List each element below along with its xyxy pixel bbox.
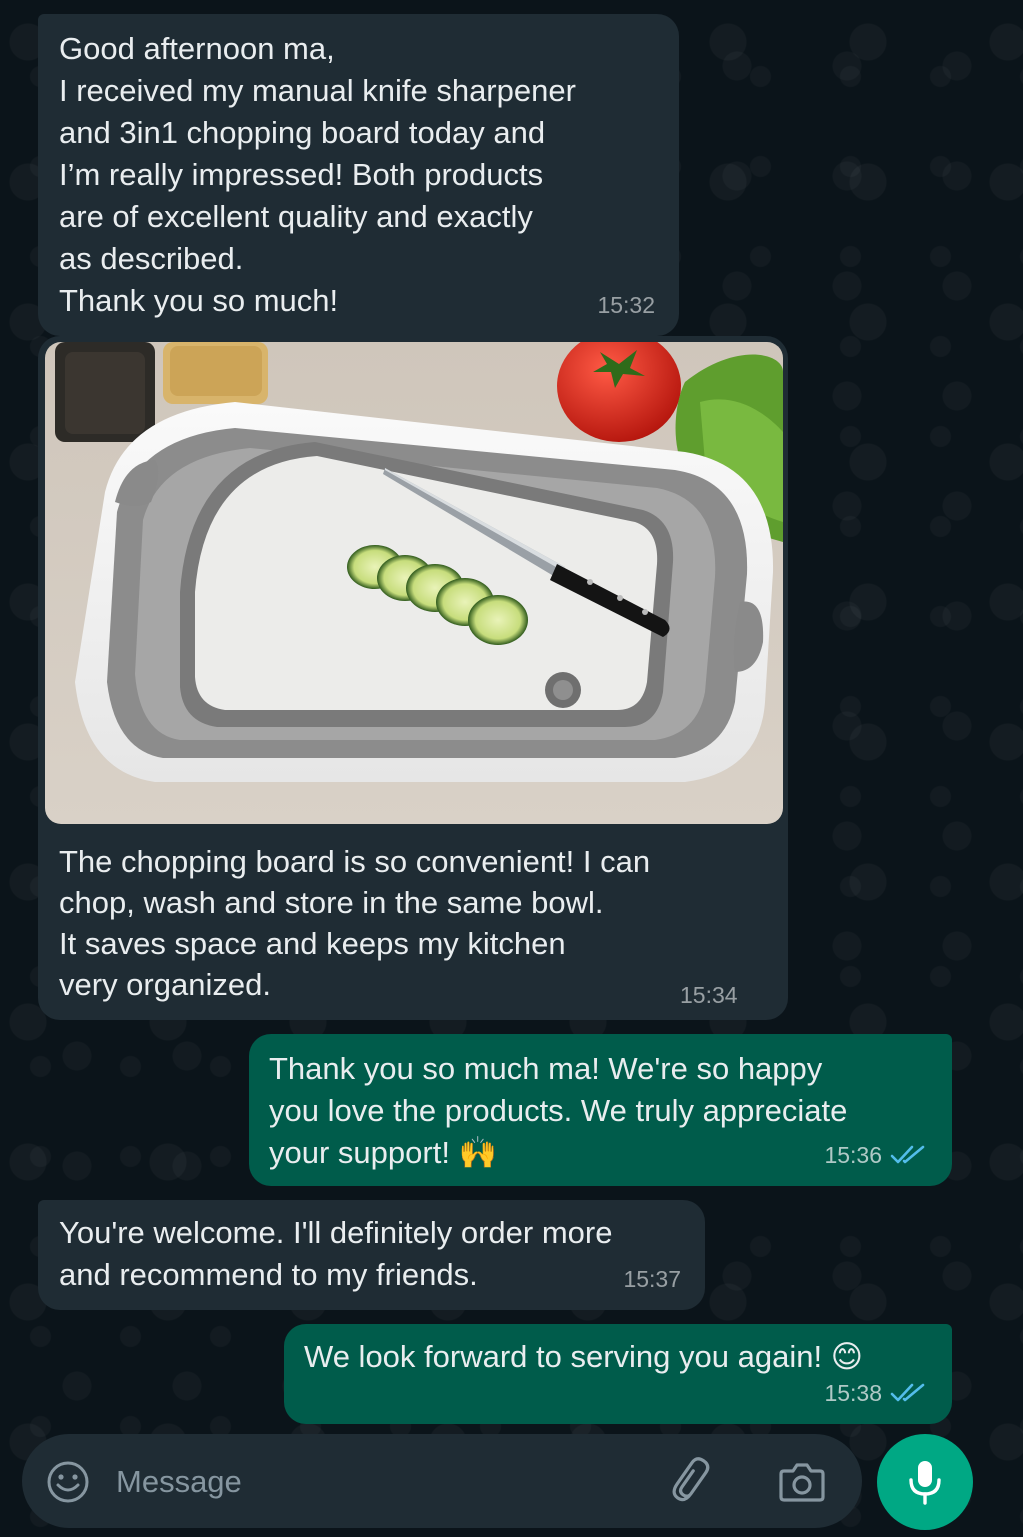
emoji-icon[interactable] [44,1458,92,1506]
mic-icon [909,1461,941,1505]
message-meta: 15:34 [680,982,738,1009]
incoming-message[interactable]: You're welcome. I'll definitely order mo… [38,1200,705,1310]
outgoing-message[interactable]: We look forward to serving you again! 😊 … [284,1324,952,1424]
message-time: 15:34 [680,982,738,1008]
message-meta: 15:37 [623,1258,681,1300]
message-composer [22,1434,862,1528]
message-meta: 15:38 [824,1372,928,1414]
message-time: 15:38 [824,1380,882,1406]
message-meta: 15:32 [597,284,655,326]
message-time: 15:36 [824,1142,882,1168]
outgoing-message[interactable]: Thank you so much ma! We're so happy you… [249,1034,952,1186]
message-text: You're welcome. I'll definitely order mo… [59,1215,613,1292]
chopping-board-photo[interactable] [45,342,783,824]
image-caption: The chopping board is so convenient! I c… [59,844,651,1002]
camera-icon[interactable] [776,1458,828,1506]
message-meta: 15:36 [824,1134,928,1176]
message-input[interactable] [114,1454,648,1510]
read-receipt-icon [890,1145,925,1164]
read-receipt-icon [890,1383,925,1402]
mic-button[interactable] [877,1434,973,1530]
incoming-message[interactable]: Good afternoon ma, I received my manual … [38,14,679,336]
message-text: Good afternoon ma, I received my manual … [59,31,576,318]
message-time: 15:32 [597,292,655,318]
message-time: 15:37 [623,1266,681,1292]
chopping-board-image [45,342,783,824]
attach-icon[interactable] [666,1456,720,1506]
